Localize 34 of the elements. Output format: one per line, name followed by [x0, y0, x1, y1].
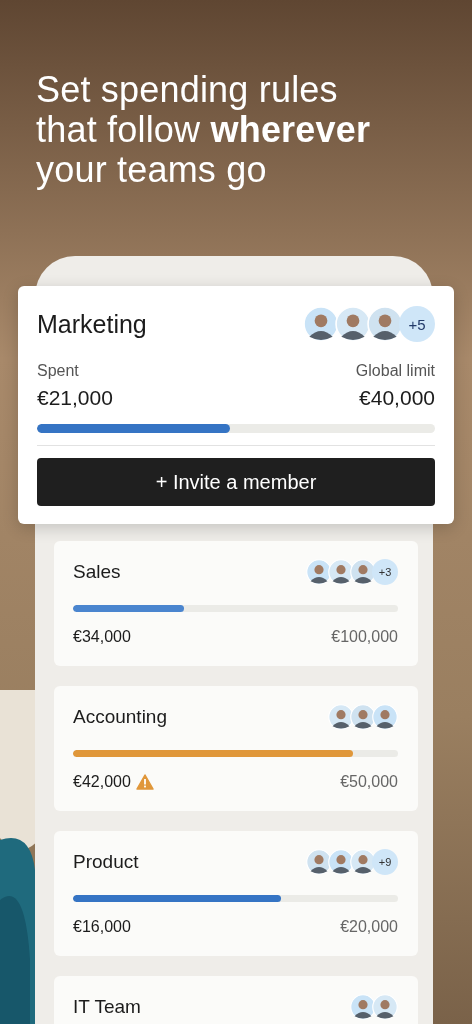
- member-count-badge: +5: [399, 306, 435, 342]
- avatar-icon: [328, 849, 354, 875]
- avatar-icon: [350, 704, 376, 730]
- spent-amount: €21,000: [37, 386, 113, 410]
- avatar-icon: [350, 559, 376, 585]
- spent-amount: €34,000: [73, 628, 131, 646]
- team-name: IT Team: [73, 996, 141, 1018]
- avatar-icon: [350, 994, 376, 1020]
- team-name: Accounting: [73, 706, 167, 728]
- avatar-icon: [303, 306, 339, 342]
- avatar-icon: [335, 306, 371, 342]
- avatar-icon: [372, 704, 398, 730]
- limit-amount: €20,000: [340, 918, 398, 936]
- limit-amount: €100,000: [331, 628, 398, 646]
- avatar-icon: [328, 559, 354, 585]
- avatar-icon: [328, 704, 354, 730]
- avatar-icon: [306, 559, 332, 585]
- team-name: Marketing: [37, 309, 147, 339]
- avatar-icon: [367, 306, 403, 342]
- invite-button[interactable]: + Invite a member: [37, 458, 435, 506]
- avatar-icon: [372, 994, 398, 1020]
- limit-amount: €40,000: [359, 386, 435, 410]
- avatar-icon: [306, 849, 332, 875]
- team-name: Product: [73, 851, 139, 873]
- member-count-badge: +9: [372, 849, 398, 875]
- spent-label: Spent: [37, 362, 79, 380]
- avatar-icon: [350, 849, 376, 875]
- limit-amount: €50,000: [340, 773, 398, 791]
- limit-label: Global limit: [355, 362, 435, 380]
- spent-amount: €16,000: [73, 918, 131, 936]
- team-name: Sales: [73, 561, 121, 583]
- member-count-badge: +3: [372, 559, 398, 585]
- spent-amount: €42,000: [73, 773, 131, 791]
- headline: Set spending rules that follow wherever your teams go: [35, 68, 372, 190]
